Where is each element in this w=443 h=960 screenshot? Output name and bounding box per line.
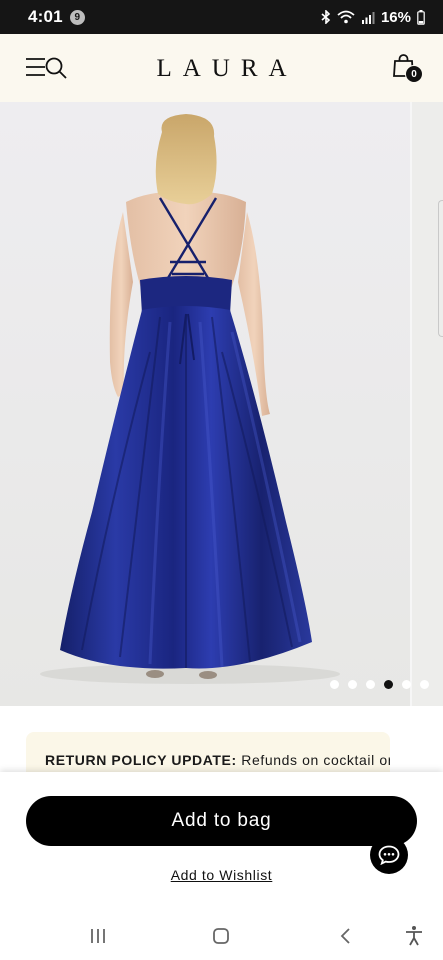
bag-count-badge: 0 <box>405 65 423 83</box>
chat-button[interactable] <box>370 836 408 874</box>
shopping-bag-button[interactable]: 0 <box>393 54 423 84</box>
recent-apps-icon <box>91 929 105 943</box>
carousel-dot[interactable] <box>330 680 339 689</box>
product-image <box>0 102 410 706</box>
brand-logo[interactable]: LAURA <box>0 55 443 83</box>
battery-icon <box>417 9 425 25</box>
carousel-dot[interactable] <box>420 680 429 689</box>
home-icon <box>213 928 229 944</box>
product-gallery[interactable] <box>0 102 443 706</box>
status-icons: 16% <box>321 9 425 26</box>
accessibility-button[interactable] <box>402 924 426 948</box>
back-icon <box>340 928 350 944</box>
app-header: LAURA 0 <box>0 34 443 102</box>
back-button[interactable] <box>334 924 358 948</box>
wifi-icon <box>337 10 355 24</box>
carousel-dot[interactable] <box>384 680 393 689</box>
carousel-dot[interactable] <box>366 680 375 689</box>
notification-badge: 9 <box>69 9 85 25</box>
action-panel: Add to bag Add to Wishlist <box>0 772 443 912</box>
bluetooth-icon <box>321 10 331 24</box>
carousel-dot[interactable] <box>402 680 411 689</box>
status-bar: 4:01 9 16% <box>0 0 443 34</box>
signal-icon <box>361 11 375 24</box>
accessibility-icon <box>406 926 422 946</box>
battery-percent: 16% <box>380 8 411 26</box>
carousel-dot[interactable] <box>348 680 357 689</box>
status-time: 4:01 <box>28 7 63 26</box>
notice-label: RETURN POLICY UPDATE: <box>45 752 237 768</box>
notice-text: Refunds on cocktail or <box>236 752 390 768</box>
recent-apps-button[interactable] <box>86 924 110 948</box>
add-to-bag-button[interactable]: Add to bag <box>26 796 417 846</box>
next-image-peek[interactable] <box>410 102 443 706</box>
carousel-dots <box>330 680 429 689</box>
home-button[interactable] <box>209 924 233 948</box>
system-nav-bar <box>0 912 443 960</box>
chat-icon <box>378 845 400 865</box>
